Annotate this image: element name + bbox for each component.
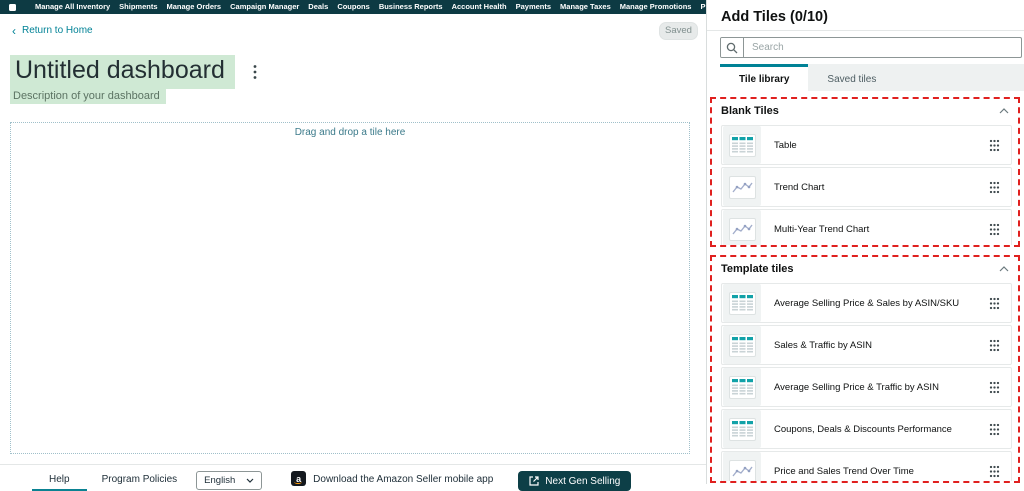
collapse-section-icon[interactable] — [999, 108, 1009, 114]
table-icon — [723, 410, 761, 448]
drag-handle-icon[interactable] — [989, 181, 1000, 194]
nav-item[interactable]: Business Reports — [379, 0, 443, 14]
return-to-home-link[interactable]: ‹ Return to Home — [12, 25, 93, 36]
dashboard-editor: ‹ Return to Home Saved Untitled dashboar… — [0, 14, 706, 484]
amazon-logo-icon — [9, 4, 16, 11]
nav-item[interactable]: Manage Orders — [167, 0, 222, 14]
tile-card[interactable]: Average Selling Price & Traffic by ASIN — [721, 367, 1012, 407]
table-icon — [723, 326, 761, 364]
trend-chart-icon — [723, 210, 761, 247]
tile-card[interactable]: Trend Chart — [721, 167, 1012, 207]
tile-label: Table — [774, 140, 989, 151]
blank-tiles-section-annotation: Blank Tiles Table Trend Chart Multi-Year T… — [710, 97, 1020, 247]
tile-label: Coupons, Deals & Discounts Performance — [774, 424, 989, 435]
language-select[interactable]: English — [196, 471, 262, 490]
drag-handle-icon[interactable] — [989, 223, 1000, 236]
chevron-down-icon — [246, 478, 254, 483]
tile-label: Average Selling Price & Traffic by ASIN — [774, 382, 989, 393]
panel-title: Add Tiles (0/10) — [721, 9, 1024, 25]
next-gen-selling-label: Next Gen Selling — [545, 476, 620, 487]
language-value: English — [204, 475, 235, 486]
download-app-label: Download the Amazon Seller mobile app — [313, 471, 493, 485]
footer-divider — [0, 464, 706, 465]
nav-item[interactable]: Manage Promotions — [620, 0, 692, 14]
tile-card[interactable]: Price and Sales Trend Over Time — [721, 451, 1012, 483]
saved-button[interactable]: Saved — [659, 22, 698, 40]
chevron-left-icon: ‹ — [12, 26, 16, 36]
template-tiles-list: Average Selling Price & Sales by ASIN/SK… — [721, 283, 1012, 483]
tile-card[interactable]: Table — [721, 125, 1012, 165]
tile-panel-tabs: Tile library Saved tiles — [720, 64, 1024, 91]
nav-item[interactable]: Shipments — [119, 0, 157, 14]
section-title: Template tiles — [721, 263, 794, 275]
add-tiles-panel: Add Tiles (0/10) Tile library Saved tile… — [706, 0, 1024, 484]
help-link[interactable]: Help — [32, 471, 87, 491]
dropzone-hint: Drag and drop a tile here — [11, 127, 689, 138]
next-gen-selling-button[interactable]: Next Gen Selling — [518, 471, 631, 491]
blank-tiles-list: Table Trend Chart Multi-Year Trend Chart — [721, 125, 1012, 247]
nav-items: Manage All Inventory Shipments Manage Orde… — [35, 0, 760, 14]
table-icon — [723, 126, 761, 164]
template-tiles-section-annotation: Template tiles Average Selling Price & S… — [710, 255, 1020, 483]
return-to-home-label: Return to Home — [22, 25, 93, 36]
nav-item[interactable]: Deals — [308, 0, 328, 14]
tile-label: Sales & Traffic by ASIN — [774, 340, 989, 351]
table-icon — [723, 368, 761, 406]
tile-label: Price and Sales Trend Over Time — [774, 466, 989, 477]
tile-dropzone[interactable]: Drag and drop a tile here — [10, 122, 690, 454]
trend-chart-icon — [723, 168, 761, 206]
nav-item[interactable]: Manage Taxes — [560, 0, 611, 14]
drag-handle-icon[interactable] — [989, 465, 1000, 478]
program-policies-link[interactable]: Program Policies — [102, 471, 178, 485]
search-input[interactable] — [744, 38, 1021, 57]
nav-item[interactable]: Payments — [516, 0, 551, 14]
nav-item[interactable]: Account Health — [452, 0, 507, 14]
tile-card[interactable]: Sales & Traffic by ASIN — [721, 325, 1012, 365]
footer: Help Program Policies English a Download… — [40, 471, 631, 491]
tile-label: Trend Chart — [774, 182, 989, 193]
drag-handle-icon[interactable] — [989, 381, 1000, 394]
drag-handle-icon[interactable] — [989, 139, 1000, 152]
external-link-icon — [529, 476, 539, 486]
tile-card[interactable]: Multi-Year Trend Chart — [721, 209, 1012, 247]
drag-handle-icon[interactable] — [989, 339, 1000, 352]
section-title: Blank Tiles — [721, 105, 779, 117]
dashboard-title-field[interactable]: Untitled dashboard — [10, 55, 235, 89]
trend-chart-icon — [723, 452, 761, 483]
table-icon — [723, 284, 761, 322]
tile-label: Average Selling Price & Sales by ASIN/SK… — [774, 298, 989, 309]
collapse-section-icon[interactable] — [999, 266, 1009, 272]
tab-saved-tiles[interactable]: Saved tiles — [808, 64, 895, 91]
tab-tile-library[interactable]: Tile library — [720, 64, 808, 91]
tile-label: Multi-Year Trend Chart — [774, 224, 989, 235]
tile-card[interactable]: Average Selling Price & Sales by ASIN/SK… — [721, 283, 1012, 323]
search-icon[interactable] — [721, 38, 744, 57]
dashboard-description-field[interactable]: Description of your dashboard — [10, 89, 166, 104]
drag-handle-icon[interactable] — [989, 423, 1000, 436]
tile-search — [720, 37, 1022, 58]
nav-item[interactable]: Coupons — [337, 0, 370, 14]
drag-handle-icon[interactable] — [989, 297, 1000, 310]
kebab-menu-icon[interactable] — [251, 62, 259, 82]
tile-card[interactable]: Coupons, Deals & Discounts Performance — [721, 409, 1012, 449]
nav-item[interactable]: Manage All Inventory — [35, 0, 110, 14]
nav-item[interactable]: Campaign Manager — [230, 0, 299, 14]
panel-divider — [707, 30, 1024, 31]
